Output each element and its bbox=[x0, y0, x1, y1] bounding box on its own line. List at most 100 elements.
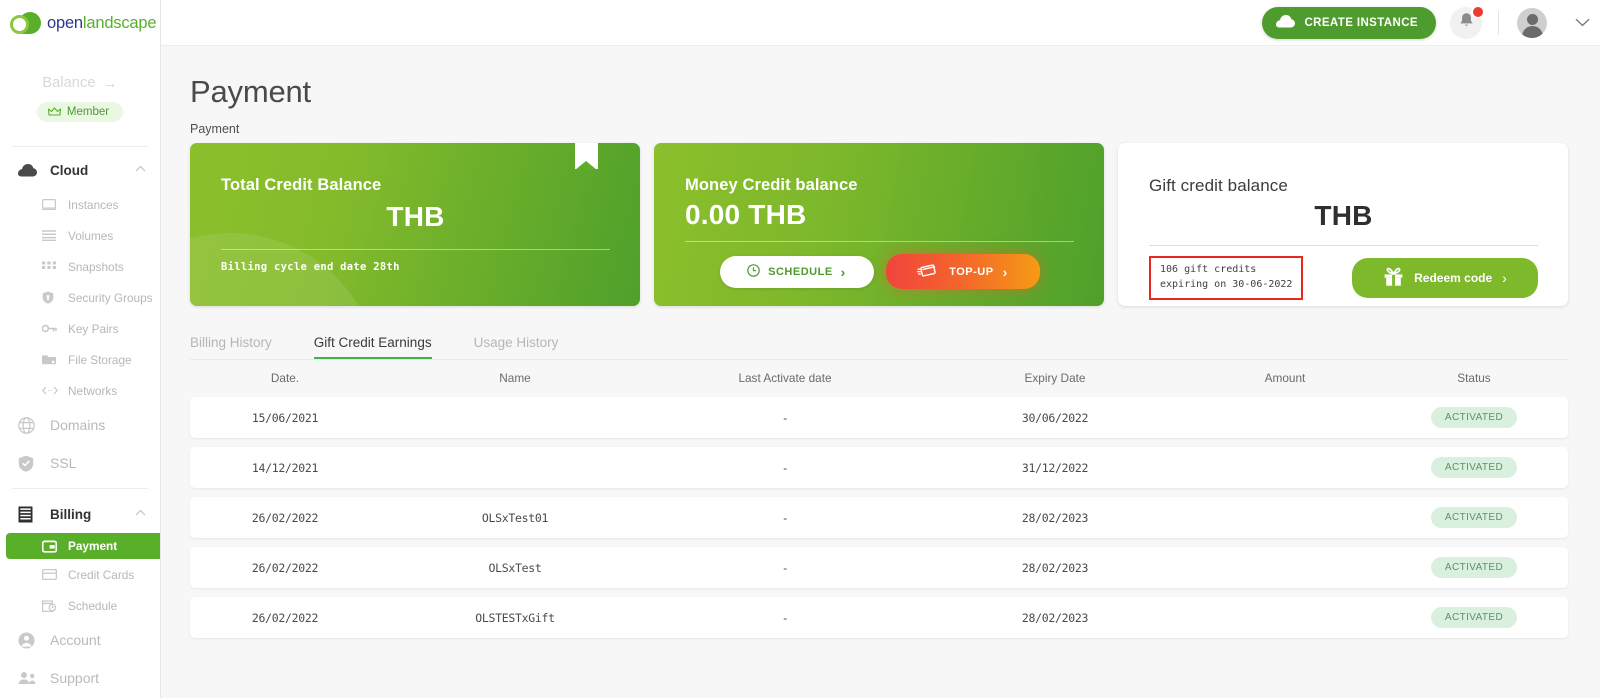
money-credit-currency: THB bbox=[740, 199, 807, 230]
create-instance-button[interactable]: CREATE INSTANCE bbox=[1262, 6, 1436, 39]
sidebar-item-instances[interactable]: Instances bbox=[0, 189, 160, 220]
sidebar-item-label: Support bbox=[50, 670, 100, 686]
cell-status: ACTIVATED bbox=[1380, 607, 1568, 628]
billing-icon bbox=[18, 506, 44, 523]
table-row[interactable]: 26/02/2022 OLSxTest01 - 28/02/2023 ACTIV… bbox=[190, 497, 1568, 538]
schedule-label: SCHEDULE bbox=[768, 265, 833, 278]
total-credit-amount: THB bbox=[386, 201, 445, 232]
cards-icon bbox=[917, 262, 940, 281]
gift-icon bbox=[1383, 267, 1404, 289]
gift-credits-count: 106 gift credits bbox=[1160, 264, 1257, 275]
sidebar-divider-2 bbox=[12, 488, 148, 489]
sidebar-item-payment[interactable]: Payment bbox=[6, 533, 160, 559]
sidebar-item-support[interactable]: Support bbox=[0, 659, 160, 697]
cell-expiry: 30/06/2022 bbox=[1021, 410, 1089, 425]
cell-expiry: 28/02/2023 bbox=[1021, 510, 1089, 525]
cell-last-activate: - bbox=[781, 560, 789, 575]
money-credit-amount-int: 0 bbox=[685, 199, 701, 230]
tab-gift-credit-earnings[interactable]: Gift Credit Earnings bbox=[313, 335, 432, 359]
logo-text-land: landscape bbox=[82, 13, 157, 32]
sidebar-item-label: Domains bbox=[50, 417, 106, 433]
code-icon bbox=[42, 386, 66, 395]
schedule-button[interactable]: SCHEDULE › bbox=[719, 255, 874, 288]
brand-logo[interactable]: openlandscape bbox=[0, 0, 160, 46]
column-header-last-activate-date: Last Activate date bbox=[738, 371, 832, 385]
sidebar-item-key-pairs[interactable]: Key Pairs bbox=[0, 313, 160, 344]
sidebar-item-label: Billing bbox=[50, 506, 92, 522]
cell-last-activate: - bbox=[781, 610, 789, 625]
sidebar-item-label: File Storage bbox=[68, 352, 132, 367]
balance-block: Balance → Member bbox=[0, 46, 160, 134]
column-header-status: Status bbox=[1457, 371, 1491, 385]
column-header-date: Date. bbox=[270, 371, 300, 385]
tab-usage-history[interactable]: Usage History bbox=[474, 335, 559, 359]
table-row[interactable]: 26/02/2022 OLSxTest - 28/02/2023 ACTIVAT… bbox=[190, 547, 1568, 588]
sidebar-item-label: Instances bbox=[68, 197, 119, 212]
logo-text: openlandscape bbox=[47, 13, 157, 33]
clock-icon bbox=[747, 263, 760, 280]
tab-billing-history[interactable]: Billing History bbox=[190, 335, 272, 359]
list-icon bbox=[42, 230, 66, 241]
chevron-right-icon: › bbox=[1502, 270, 1507, 286]
cell-date: 26/02/2022 bbox=[251, 560, 319, 575]
sidebar-item-file-storage[interactable]: File Storage bbox=[0, 344, 160, 375]
sidebar-item-ssl[interactable]: SSL bbox=[0, 444, 160, 482]
cell-date: 26/02/2022 bbox=[251, 610, 319, 625]
avatar[interactable] bbox=[1517, 7, 1547, 38]
sidebar-item-security-groups[interactable]: Security Groups bbox=[0, 282, 160, 313]
sidebar-item-domains[interactable]: Domains bbox=[0, 406, 160, 444]
cell-status: ACTIVATED bbox=[1380, 507, 1568, 528]
redeem-code-label: Redeem code bbox=[1414, 271, 1493, 285]
wallet-icon bbox=[42, 540, 66, 553]
status-badge: ACTIVATED bbox=[1430, 457, 1518, 478]
sidebar-item-snapshots[interactable]: Snapshots bbox=[0, 251, 160, 282]
sidebar-item-label: Credit Cards bbox=[68, 567, 135, 582]
cell-name: OLSxTest bbox=[488, 560, 542, 575]
globe-icon bbox=[18, 416, 44, 434]
topup-button[interactable]: TOP-UP › bbox=[885, 254, 1040, 289]
cell-name: OLSxTest01 bbox=[481, 510, 549, 525]
sidebar-item-label: Payment bbox=[68, 539, 118, 553]
page-title: Payment bbox=[190, 74, 311, 109]
chevron-right-icon: › bbox=[840, 263, 846, 280]
logo-text-open: open bbox=[47, 13, 83, 32]
cell-last-activate: - bbox=[781, 410, 789, 425]
sidebar-item-billing[interactable]: Billing bbox=[0, 495, 160, 533]
notifications-button[interactable] bbox=[1450, 4, 1485, 39]
sidebar-item-volumes[interactable]: Volumes bbox=[0, 220, 160, 251]
status-badge: ACTIVATED bbox=[1430, 557, 1518, 578]
cell-last-activate: - bbox=[781, 510, 789, 525]
sidebar-item-account[interactable]: Account bbox=[0, 621, 160, 659]
shield-icon bbox=[42, 291, 66, 304]
gift-credit-actions: 106 gift credits expiring on 30-06-2022 … bbox=[1149, 256, 1538, 300]
gift-credit-amount: THB bbox=[1314, 200, 1373, 231]
monitor-icon bbox=[42, 199, 66, 210]
create-instance-label: CREATE INSTANCE bbox=[1304, 16, 1418, 29]
balance-label: Balance bbox=[42, 75, 96, 91]
sidebar-item-credit-cards[interactable]: Credit Cards bbox=[0, 559, 160, 590]
balance-link[interactable]: Balance → bbox=[42, 75, 117, 91]
calendar-clock-icon bbox=[42, 599, 66, 612]
sidebar-item-networks[interactable]: Networks bbox=[0, 375, 160, 406]
crown-icon bbox=[47, 107, 61, 116]
breadcrumb: Payment bbox=[190, 122, 240, 136]
table-row[interactable]: 26/02/2022 OLSTESTxGift - 28/02/2023 ACT… bbox=[190, 597, 1568, 638]
history-tabs: Billing History Gift Credit Earnings Usa… bbox=[190, 335, 1568, 360]
table-row[interactable]: 15/06/2021 - 30/06/2022 ACTIVATED bbox=[190, 397, 1568, 438]
sidebar-item-label: Snapshots bbox=[68, 259, 124, 274]
topbar-divider bbox=[1498, 10, 1499, 35]
key-icon bbox=[42, 324, 66, 333]
sidebar: openlandscape Balance → Member Cloud Ins… bbox=[0, 0, 161, 698]
cell-date: 15/06/2021 bbox=[251, 410, 319, 425]
account-menu-chevron-down-icon[interactable] bbox=[1575, 16, 1590, 30]
redeem-code-button[interactable]: Redeem code › bbox=[1352, 258, 1538, 298]
shield-check-icon bbox=[18, 455, 44, 472]
sidebar-item-cloud[interactable]: Cloud bbox=[0, 151, 160, 189]
chevron-up-icon bbox=[135, 509, 146, 519]
gift-credits-highlight-box: 106 gift credits expiring on 30-06-2022 bbox=[1149, 256, 1304, 300]
sidebar-item-label: Networks bbox=[68, 383, 118, 398]
sidebar-item-schedule[interactable]: Schedule bbox=[0, 590, 160, 621]
cell-date: 14/12/2021 bbox=[251, 460, 319, 475]
table-row[interactable]: 14/12/2021 - 31/12/2022 ACTIVATED bbox=[190, 447, 1568, 488]
app-root: openlandscape Balance → Member Cloud Ins… bbox=[0, 0, 1600, 698]
